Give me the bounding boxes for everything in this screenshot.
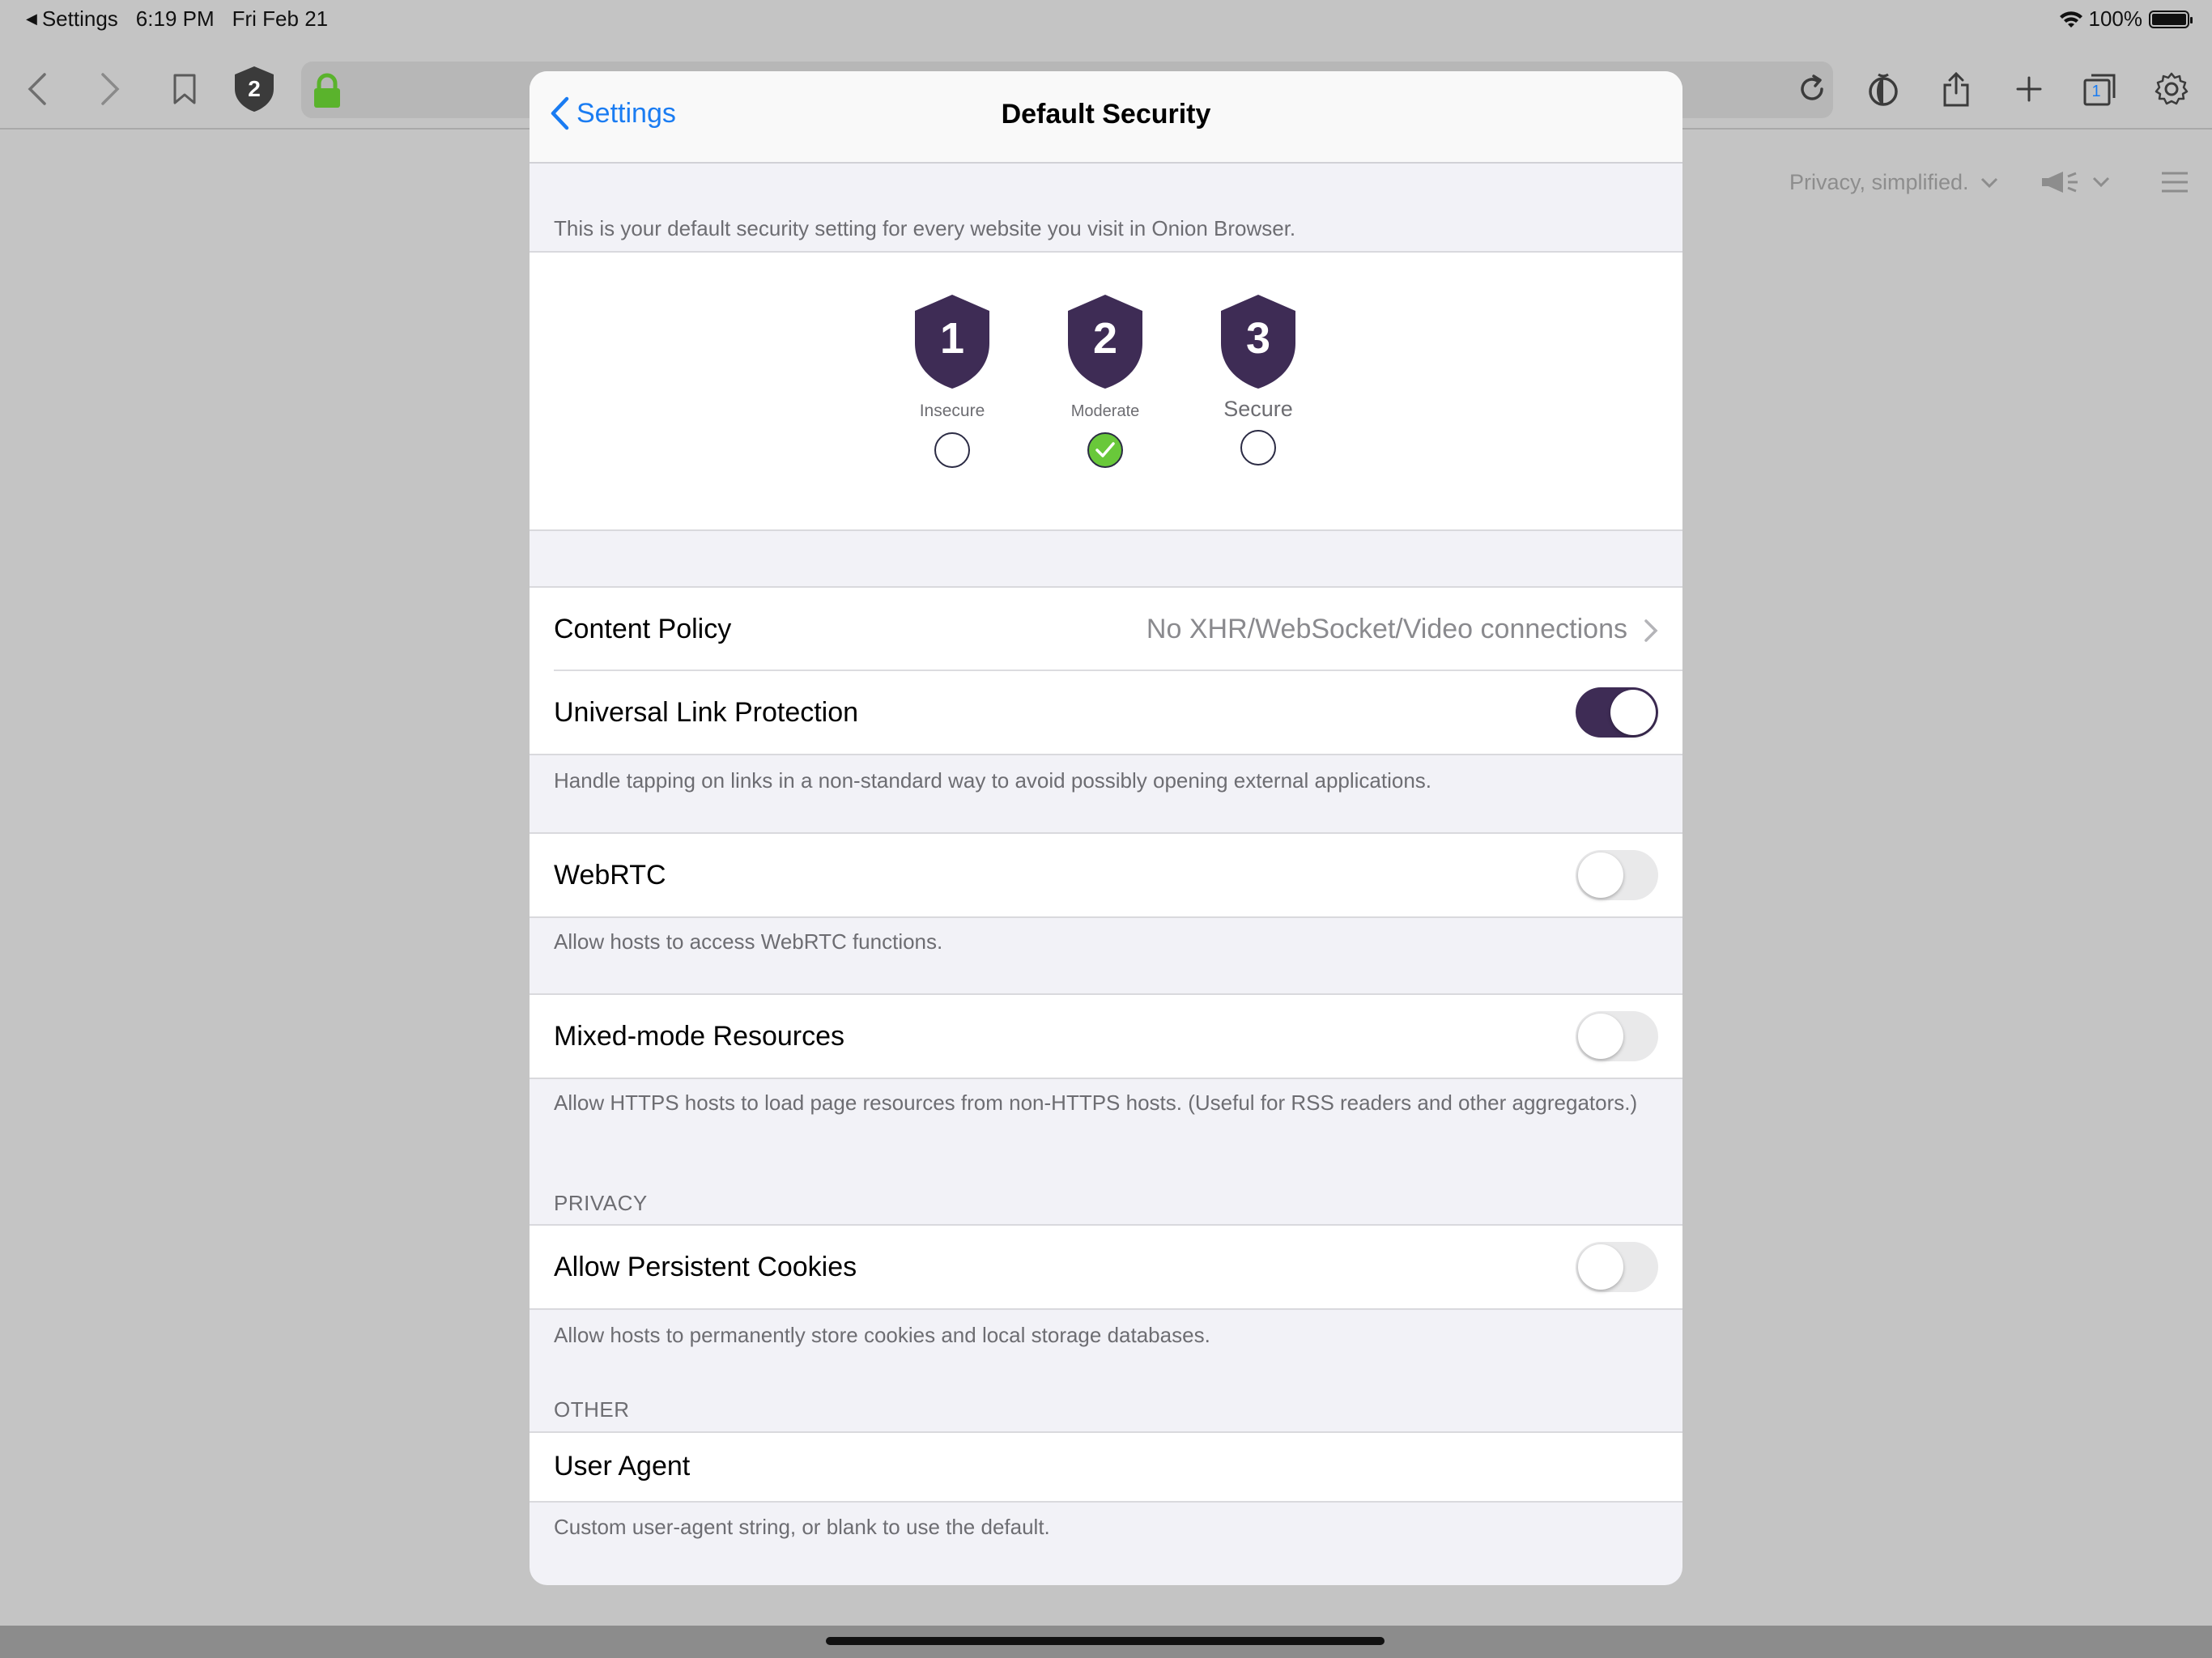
level-insecure[interactable]: 1 Insecure	[887, 293, 1017, 468]
security-level-picker: 1 Insecure 2 Moderate 3 Secure	[530, 251, 1682, 531]
intro-text: This is your default security setting fo…	[554, 216, 1296, 240]
mixed-mode-toggle[interactable]	[1576, 1011, 1658, 1061]
universal-link-label: Universal Link Protection	[554, 697, 859, 728]
persistent-cookies-label: Allow Persistent Cookies	[554, 1252, 857, 1282]
radio-secure[interactable]	[1240, 430, 1276, 466]
universal-link-toggle[interactable]	[1576, 687, 1658, 738]
back-to-app-icon[interactable]: ◀	[26, 11, 37, 28]
shield-icon: 1	[915, 295, 989, 389]
webrtc-label: WebRTC	[554, 860, 666, 891]
radio-insecure[interactable]	[934, 432, 970, 468]
tabs-overview-button[interactable]: 1	[2078, 66, 2123, 112]
default-security-modal: Settings Default Security This is your d…	[530, 71, 1682, 1585]
new-tab-icon[interactable]	[2006, 66, 2052, 112]
persistent-cookies-row: Allow Persistent Cookies	[530, 1224, 1682, 1310]
shield-icon: 2	[1068, 295, 1142, 389]
back-to-app-label[interactable]: Settings	[42, 6, 118, 32]
radio-moderate[interactable]	[1087, 432, 1123, 468]
page-title: Default Security	[1001, 99, 1211, 130]
content-policy-label: Content Policy	[554, 614, 732, 644]
user-agent-label: User Agent	[554, 1451, 691, 1482]
onion-icon[interactable]	[1861, 66, 1906, 112]
battery-percent: 100%	[2088, 6, 2143, 31]
lock-icon	[314, 73, 340, 108]
user-agent-row[interactable]: User Agent	[530, 1431, 1682, 1503]
webrtc-toggle[interactable]	[1576, 850, 1658, 900]
level-label: Secure	[1223, 397, 1293, 421]
share-icon[interactable]	[1933, 66, 1979, 112]
level-secure[interactable]: 3 Secure	[1193, 293, 1323, 466]
checkmark-icon	[1095, 442, 1115, 457]
security-badge-number: 2	[248, 76, 261, 101]
settings-gear-icon[interactable]	[2149, 66, 2194, 112]
bookmark-icon[interactable]	[162, 66, 207, 112]
level-label: Insecure	[919, 402, 985, 420]
settings-back-button[interactable]: Settings	[549, 96, 676, 131]
universal-link-footer: Handle tapping on links in a non-standar…	[554, 768, 1432, 793]
forward-arrow-icon[interactable]	[87, 66, 133, 112]
webrtc-row: WebRTC	[530, 832, 1682, 918]
announcements-dropdown[interactable]	[2040, 170, 2110, 194]
content-policy-value: No XHR/WebSocket/Video connections	[1146, 614, 1627, 644]
reload-icon[interactable]	[1789, 66, 1835, 112]
chevron-left-icon	[551, 96, 569, 130]
security-level-button[interactable]: 2	[232, 66, 277, 112]
level-number: 3	[1246, 314, 1270, 363]
mixed-mode-footer: Allow HTTPS hosts to load page resources…	[554, 1090, 1638, 1115]
megaphone-icon	[2042, 172, 2078, 193]
tagline-dropdown[interactable]: Privacy, simplified.	[1789, 170, 1998, 195]
user-agent-footer: Custom user-agent string, or blank to us…	[554, 1515, 1050, 1539]
modal-nav-bar: Settings Default Security	[530, 71, 1682, 164]
shield-icon: 3	[1221, 295, 1295, 389]
status-date: Fri Feb 21	[232, 6, 329, 31]
level-moderate[interactable]: 2 Moderate	[1040, 293, 1170, 468]
status-time: 6:19 PM	[135, 6, 215, 31]
level-number: 2	[1093, 314, 1117, 363]
hamburger-menu-icon[interactable]	[2160, 170, 2189, 194]
webrtc-footer: Allow hosts to access WebRTC functions.	[554, 929, 943, 954]
chevron-right-icon	[1644, 619, 1658, 642]
settings-back-label: Settings	[576, 97, 676, 129]
persistent-cookies-toggle[interactable]	[1576, 1242, 1658, 1292]
privacy-section-header: PRIVACY	[554, 1191, 648, 1215]
other-section-header: OTHER	[554, 1397, 630, 1422]
back-arrow-icon[interactable]	[15, 66, 60, 112]
level-number: 1	[940, 314, 964, 363]
status-bar: ◀ Settings 6:19 PM Fri Feb 21 100%	[0, 0, 2212, 37]
content-policy-row[interactable]: Content Policy No XHR/WebSocket/Video co…	[530, 586, 1682, 672]
home-indicator[interactable]	[826, 1637, 1385, 1645]
chevron-down-icon	[1980, 177, 1997, 188]
persistent-cookies-footer: Allow hosts to permanently store cookies…	[554, 1323, 1210, 1347]
chevron-down-icon	[2092, 176, 2110, 188]
universal-link-row: Universal Link Protection	[530, 671, 1682, 755]
tabs-count: 1	[2091, 83, 2101, 100]
mixed-mode-label: Mixed-mode Resources	[554, 1021, 845, 1052]
wifi-icon	[2059, 11, 2082, 28]
battery-icon	[2149, 10, 2193, 28]
level-label: Moderate	[1070, 402, 1140, 420]
tagline-text: Privacy, simplified.	[1789, 170, 1969, 194]
mixed-mode-row: Mixed-mode Resources	[530, 993, 1682, 1079]
